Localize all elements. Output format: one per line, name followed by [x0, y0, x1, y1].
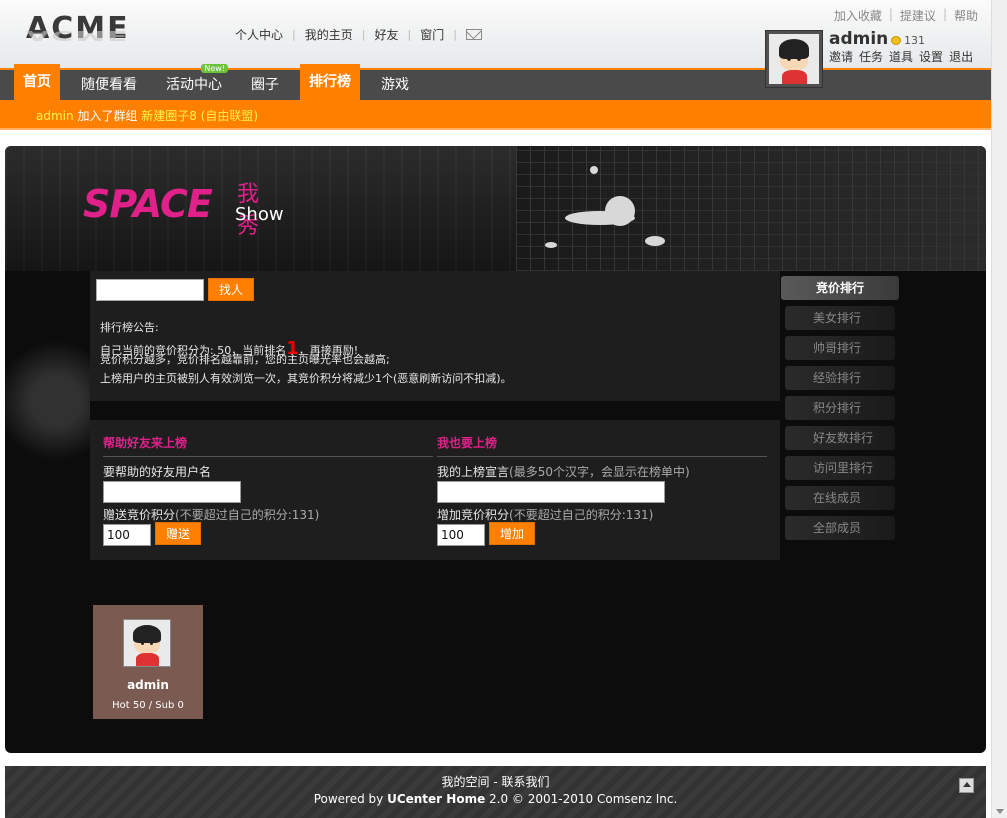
topnav-friends[interactable]: 好友: [365, 26, 407, 43]
username[interactable]: admin: [829, 29, 888, 49]
paint-splash: [590, 166, 598, 174]
feed-user[interactable]: admin: [36, 109, 74, 123]
self-points-label: 增加竞价积分(不要超过自己的积分:131): [437, 508, 654, 522]
coin-balance: 131: [891, 34, 925, 47]
side-item-handsome[interactable]: 帅哥排行: [785, 336, 895, 360]
find-user-button[interactable]: 找人: [208, 278, 255, 301]
feed-action: 加入了群组: [77, 109, 138, 123]
member-card[interactable]: admin Hot 50 / Sub 0: [93, 605, 203, 719]
topnav-my-homepage[interactable]: 我的主页: [296, 26, 362, 43]
header: ACME ACME 个人中心 | 我的主页 | 好友 | 窗门 | 加入收藏 |…: [0, 0, 991, 68]
footer-links: 我的空间 - 联系我们: [441, 775, 550, 789]
logo-show: Show: [235, 204, 284, 225]
my-space-link[interactable]: 我的空间: [442, 775, 490, 789]
add-points-input[interactable]: 100: [437, 524, 485, 546]
logo-space: SPACE: [83, 182, 213, 226]
logout-link[interactable]: 退出: [949, 48, 973, 65]
divider: [103, 456, 433, 457]
user-avatar[interactable]: [765, 30, 823, 88]
bid-forms-panel: 帮助好友来上榜 要帮助的好友用户名 赠送竞价积分(不要超过自己的积分:131) …: [90, 420, 780, 560]
nav-events[interactable]: 活动中心 New!: [158, 64, 230, 100]
paint-splash: [605, 196, 635, 226]
scroll-down-icon[interactable]: [996, 809, 1004, 814]
help-points-label: 赠送竞价积分(不要超过自己的积分:131): [103, 508, 320, 522]
self-rank-title: 我也要上榜: [437, 436, 498, 450]
side-item-friend-count[interactable]: 好友数排行: [785, 426, 895, 450]
gift-button[interactable]: 赠送: [155, 522, 202, 545]
contact-link[interactable]: 联系我们: [501, 775, 549, 789]
invite-link[interactable]: 邀请: [829, 48, 853, 65]
bid-ranking-tab[interactable]: 竞价排行: [781, 276, 899, 300]
top-nav: 个人中心 | 我的主页 | 好友 | 窗门 |: [226, 26, 482, 43]
ucenter-home-link[interactable]: UCenter Home: [387, 792, 485, 806]
space-show-panel: SPACE 我秀 Show 找人 排行榜公告: 自己当前的竞价积分为: 50，当…: [5, 146, 986, 753]
settings-link[interactable]: 设置: [919, 48, 943, 65]
help-link[interactable]: 帮助: [947, 7, 985, 24]
add-favorite-link[interactable]: 加入收藏: [827, 7, 889, 24]
nav-events-label: 活动中心: [166, 77, 222, 93]
activity-feed: admin 加入了群组 新建圈子8 (自由联盟): [0, 100, 991, 130]
decorative-splat: [5, 316, 90, 486]
help-user-label: 要帮助的好友用户名: [103, 465, 212, 479]
powered-by: Powered by UCenter Home 2.0 © 2001-2010 …: [313, 792, 678, 806]
tasks-link[interactable]: 任务: [859, 48, 883, 65]
logo-reflection: ACME: [26, 27, 130, 44]
member-stats: Hot 50 / Sub 0: [112, 700, 184, 711]
ranking-notice: 排行榜公告: 自己当前的竞价积分为: 50，当前排名1，再接再励! 竞价积分越多…: [100, 320, 512, 386]
site-logo[interactable]: ACME ACME: [26, 14, 136, 54]
nav-browse[interactable]: 随便看看: [73, 70, 145, 100]
member-avatar[interactable]: [123, 619, 171, 667]
side-item-experience[interactable]: 经验排行: [785, 366, 895, 390]
avatar-image: [769, 34, 819, 84]
search-notice-panel: 找人 排行榜公告: 自己当前的竞价积分为: 50，当前排名1，再接再励! 竞价积…: [90, 271, 780, 401]
side-item-all-members[interactable]: 全部成员: [785, 516, 895, 540]
gift-points-input[interactable]: 100: [103, 524, 151, 546]
divider: |: [453, 28, 457, 41]
side-item-points[interactable]: 积分排行: [785, 396, 895, 420]
ranking-side-menu: 竞价排行 美女排行 帅哥排行 经验排行 积分排行 好友数排行 访问里排行 在线成…: [781, 276, 899, 546]
space-show-logo: SPACE 我秀 Show: [83, 182, 284, 239]
nav-games[interactable]: 游戏: [373, 70, 417, 100]
props-link[interactable]: 道具: [889, 48, 913, 65]
friend-username-input[interactable]: [103, 481, 241, 503]
mail-icon[interactable]: [465, 29, 482, 40]
coin-count: 131: [904, 34, 925, 47]
help-friend-title: 帮助好友来上榜: [103, 436, 188, 450]
new-badge: New!: [201, 64, 228, 73]
notice-line-3: 上榜用户的主页被别人有效浏览一次，其竞价积分将减少1个(恶意刷新访问不扣减)。: [100, 372, 512, 385]
notice-title: 排行榜公告:: [100, 321, 159, 334]
paint-splash: [645, 236, 665, 246]
declaration-input[interactable]: [437, 481, 665, 503]
suggestion-link[interactable]: 提建议: [893, 7, 943, 24]
main-nav: 首页 随便看看 活动中心 New! 圈子 排行榜 游戏: [0, 64, 991, 100]
feed-group[interactable]: 新建圈子8 (自由联盟): [141, 109, 258, 123]
member-name[interactable]: admin: [93, 678, 203, 692]
user-links: 邀请 任务 道具 设置 退出: [829, 48, 979, 65]
topnav-profile-center[interactable]: 个人中心: [226, 26, 292, 43]
side-item-visits[interactable]: 访问里排行: [785, 456, 895, 480]
banner: SPACE 我秀 Show: [5, 146, 986, 271]
back-to-top-icon[interactable]: [959, 778, 974, 793]
self-decl-label: 我的上榜宣言(最多50个汉字，会显示在榜单中): [437, 465, 690, 479]
user-search-input[interactable]: [96, 279, 204, 301]
city-illustration: [516, 146, 986, 271]
nav-ranking[interactable]: 排行榜: [300, 64, 360, 100]
nav-circles[interactable]: 圈子: [243, 70, 287, 100]
footer: 我的空间 - 联系我们 Powered by UCenter Home 2.0 …: [5, 766, 986, 818]
notice-line-2: 竞价积分越多，竞价排名越靠前，您的主页曝光率也会越高;: [100, 353, 390, 366]
topnav-window[interactable]: 窗门: [411, 26, 453, 43]
divider: [437, 456, 767, 457]
nav-home[interactable]: 首页: [14, 64, 60, 100]
side-item-online[interactable]: 在线成员: [785, 486, 895, 510]
scrollbar[interactable]: [991, 0, 1007, 818]
add-button[interactable]: 增加: [489, 522, 536, 545]
coin-icon: [891, 36, 901, 45]
paint-splash: [545, 242, 557, 248]
avatar-image: [124, 620, 170, 666]
side-item-beauty[interactable]: 美女排行: [785, 306, 895, 330]
top-links: 加入收藏 | 提建议 | 帮助: [827, 7, 985, 24]
